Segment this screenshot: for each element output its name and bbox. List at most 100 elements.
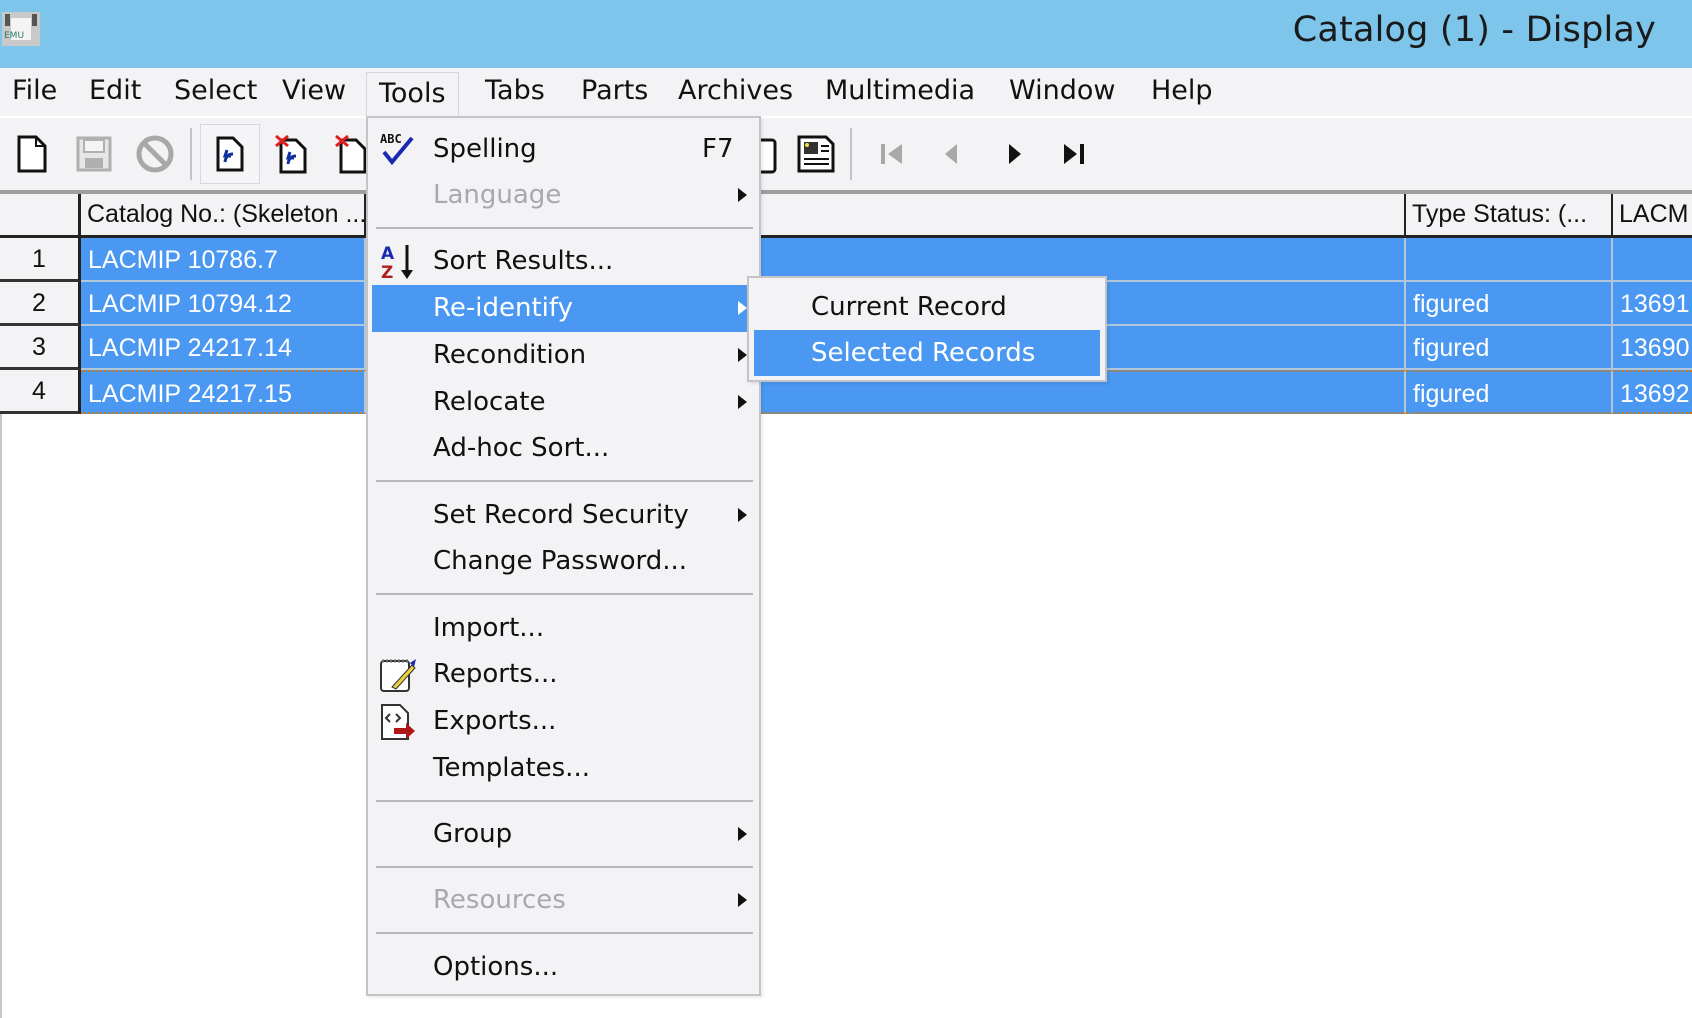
submenu-arrow-icon bbox=[738, 508, 747, 522]
tools-menu: ABC Spelling F7 Language A Z Sort Result… bbox=[366, 116, 761, 996]
menu-item-resources[interactable]: Resources bbox=[372, 877, 757, 923]
cell-catalog-no[interactable]: LACMIP 24217.14 bbox=[81, 326, 366, 370]
menu-item-label: Import... bbox=[433, 613, 545, 643]
column-header-lacm[interactable]: LACM bbox=[1613, 194, 1692, 235]
svg-text:Z: Z bbox=[381, 263, 393, 282]
menu-item-sort-results[interactable]: A Z Sort Results... bbox=[372, 238, 757, 284]
row-number[interactable]: 4 bbox=[0, 370, 81, 414]
menu-item-templates[interactable]: Templates... bbox=[372, 745, 757, 791]
menu-item-relocate[interactable]: Relocate bbox=[372, 379, 757, 425]
menu-item-reports[interactable]: Reports... bbox=[372, 651, 757, 697]
menu-select[interactable]: Select bbox=[162, 68, 269, 116]
column-header-catalog-no[interactable]: Catalog No.: (Skeleton ... bbox=[81, 194, 366, 235]
report-view-button[interactable] bbox=[794, 132, 838, 176]
menu-item-language[interactable]: Language bbox=[372, 172, 757, 218]
menu-item-import[interactable]: Import... bbox=[372, 605, 757, 651]
window-title: Catalog (1) - Display bbox=[1292, 10, 1656, 50]
menu-item-label: Templates... bbox=[433, 753, 590, 783]
menu-parts[interactable]: Parts bbox=[569, 68, 660, 116]
menu-item-label: Exports... bbox=[433, 706, 557, 736]
menu-item-re-identify[interactable]: Re-identify bbox=[372, 285, 757, 332]
menu-edit[interactable]: Edit bbox=[77, 68, 153, 116]
menu-item-ad-hoc-sort[interactable]: Ad-hoc Sort... bbox=[372, 425, 757, 471]
menu-item-label: Relocate bbox=[433, 387, 546, 417]
menu-archives[interactable]: Archives bbox=[666, 68, 805, 116]
menu-item-set-record-security[interactable]: Set Record Security bbox=[372, 492, 757, 538]
report-view-icon bbox=[797, 135, 835, 173]
cell-type-status[interactable] bbox=[1406, 238, 1613, 282]
menu-multimedia[interactable]: Multimedia bbox=[813, 68, 987, 116]
column-header-type-status[interactable]: Type Status: (... bbox=[1406, 194, 1613, 235]
save-button[interactable] bbox=[72, 132, 116, 176]
next-record-icon bbox=[1009, 144, 1021, 164]
last-record-button[interactable] bbox=[1052, 132, 1096, 176]
menu-item-label: Options... bbox=[433, 952, 559, 982]
menu-help[interactable]: Help bbox=[1139, 68, 1225, 116]
cancel-icon bbox=[136, 135, 174, 173]
menu-item-label: Spelling bbox=[433, 134, 537, 164]
menu-tools[interactable]: Tools bbox=[366, 72, 459, 120]
menu-item-label: Ad-hoc Sort... bbox=[433, 433, 610, 463]
previous-record-button[interactable] bbox=[930, 132, 974, 176]
menu-separator bbox=[376, 227, 753, 229]
row-number[interactable]: 1 bbox=[0, 238, 81, 282]
menu-item-label: Recondition bbox=[433, 340, 587, 370]
app-icon: EMU bbox=[2, 12, 40, 46]
shortcut-label: F7 bbox=[702, 134, 734, 164]
menu-item-options[interactable]: Options... bbox=[372, 944, 757, 990]
cell-catalog-no[interactable]: LACMIP 10794.12 bbox=[81, 282, 366, 326]
menu-item-label: Sort Results... bbox=[433, 246, 614, 276]
menu-item-label: Language bbox=[433, 180, 562, 210]
cell-catalog-no[interactable]: LACMIP 24217.15 bbox=[81, 370, 366, 414]
menu-item-change-password[interactable]: Change Password... bbox=[372, 538, 757, 584]
re-identify-submenu: Current Record Selected Records bbox=[747, 276, 1107, 382]
cell-type-status[interactable]: figured bbox=[1406, 282, 1613, 326]
cell-lacm[interactable]: 13690 bbox=[1613, 326, 1692, 370]
svg-text:EMU: EMU bbox=[4, 31, 24, 41]
next-record-button[interactable] bbox=[992, 132, 1036, 176]
menu-item-label: Reports... bbox=[433, 659, 558, 689]
cell-lacm[interactable]: 13692 bbox=[1613, 370, 1692, 414]
spelling-check-icon: ABC bbox=[380, 132, 414, 166]
menu-item-exports[interactable]: Exports... bbox=[372, 698, 757, 744]
toolbar-separator bbox=[850, 128, 852, 180]
menu-file[interactable]: File bbox=[0, 68, 69, 116]
title-bar: EMU Catalog (1) - Display bbox=[0, 0, 1692, 68]
menu-window[interactable]: Window bbox=[997, 68, 1127, 116]
row-number[interactable]: 3 bbox=[0, 326, 81, 370]
cell-catalog-no[interactable]: LACMIP 10786.7 bbox=[81, 238, 366, 282]
delete-record-icon bbox=[275, 134, 307, 174]
first-record-button[interactable] bbox=[870, 132, 914, 176]
menu-item-recondition[interactable]: Recondition bbox=[372, 332, 757, 378]
cancel-button[interactable] bbox=[133, 132, 177, 176]
submenu-arrow-icon bbox=[738, 188, 747, 202]
cell-lacm[interactable] bbox=[1613, 238, 1692, 282]
menu-separator bbox=[376, 480, 753, 482]
display-record-button[interactable] bbox=[200, 124, 260, 184]
menu-separator bbox=[376, 932, 753, 934]
cell-type-status[interactable]: figured bbox=[1406, 326, 1613, 370]
menu-tabs[interactable]: Tabs bbox=[473, 68, 557, 116]
menu-item-group[interactable]: Group bbox=[372, 811, 757, 857]
exports-icon bbox=[381, 704, 415, 740]
menu-view[interactable]: View bbox=[270, 68, 358, 116]
svg-text:ABC: ABC bbox=[380, 132, 402, 146]
menu-separator bbox=[376, 800, 753, 802]
submenu-arrow-icon bbox=[738, 301, 747, 315]
delete-record-button[interactable] bbox=[270, 132, 314, 176]
menu-item-spelling[interactable]: ABC Spelling F7 bbox=[372, 126, 757, 172]
menu-item-label: Set Record Security bbox=[433, 500, 689, 530]
grid-header: Catalog No.: (Skeleton ... Type Status: … bbox=[0, 194, 1692, 238]
cell-type-status[interactable]: figured bbox=[1406, 370, 1613, 414]
last-record-icon bbox=[1064, 144, 1084, 164]
submenu-item-current-record[interactable]: Current Record bbox=[754, 284, 1100, 330]
submenu-arrow-icon bbox=[738, 893, 747, 907]
submenu-item-selected-records[interactable]: Selected Records bbox=[754, 330, 1100, 376]
submenu-arrow-icon bbox=[738, 827, 747, 841]
row-header-corner[interactable] bbox=[0, 194, 81, 235]
reports-icon bbox=[380, 659, 416, 692]
menu-item-label: Selected Records bbox=[811, 338, 1036, 368]
cell-lacm[interactable]: 13691 bbox=[1613, 282, 1692, 326]
row-number[interactable]: 2 bbox=[0, 282, 81, 326]
new-document-button[interactable] bbox=[10, 132, 54, 176]
